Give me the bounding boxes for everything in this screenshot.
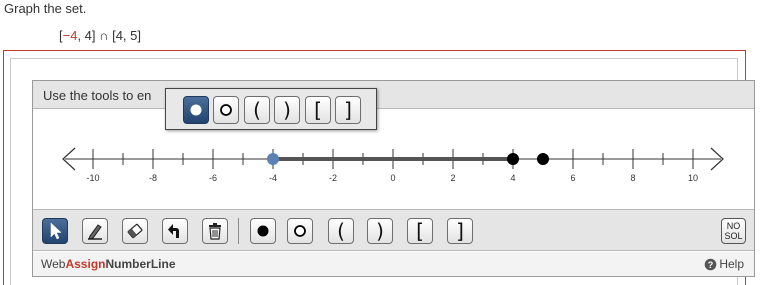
left-paren-tool-button[interactable]: ( (328, 218, 354, 244)
help-icon: ? (705, 258, 717, 270)
graph-area[interactable]: -10 -8 -6 -4 -2 0 2 4 6 8 10 (33, 110, 754, 210)
tick-label: -10 (86, 173, 99, 183)
help-label: Help (719, 257, 744, 271)
closed-dot-icon (190, 104, 202, 116)
left-bracket-label: [ (416, 219, 424, 243)
popup-open-dot-button[interactable] (213, 96, 239, 124)
tick-label: -6 (209, 173, 217, 183)
tick-label: 6 (570, 173, 575, 183)
undo-tool-button[interactable] (162, 218, 188, 244)
popup-left-bracket-label: [ (314, 98, 322, 122)
closed-dot-icon (257, 225, 269, 237)
help-link[interactable]: ? Help (704, 257, 744, 271)
right-bracket-label: ] (456, 219, 464, 243)
nosol-line1: NO (726, 221, 741, 231)
open-dot-icon (294, 225, 306, 237)
widget-header: Use the tools to en (33, 81, 754, 109)
graphed-point[interactable] (267, 153, 279, 165)
open-dot-tool-button[interactable] (287, 218, 313, 244)
graphed-point[interactable] (537, 153, 549, 165)
trash-icon (209, 223, 221, 240)
svg-text:?: ? (708, 260, 714, 270)
numberline-widget: Use the tools to en -10 -8 -6 -4 -2 0 2 4 6 8 10 (32, 80, 755, 277)
right-bracket-tool-button[interactable]: ] (447, 218, 473, 244)
popup-left-bracket-button[interactable]: [ (305, 96, 331, 124)
number-line[interactable]: -10 -8 -6 -4 -2 0 2 4 6 8 10 (33, 110, 754, 210)
nosol-line2: SOL (724, 231, 743, 241)
eraser-icon (127, 223, 143, 239)
endpoint-tool-popup: ( ) [ ] (165, 88, 377, 130)
tick-label: 0 (390, 173, 395, 183)
instructions-text: Use the tools to en (43, 88, 152, 103)
expr-negative: −4 (62, 28, 78, 43)
toolbar-separator (238, 218, 239, 244)
trash-tool-button[interactable] (202, 218, 228, 244)
tick-label: 4 (510, 173, 515, 183)
tick-label: -4 (269, 173, 277, 183)
undo-arrow-icon (168, 224, 179, 238)
set-expression: [−4, 4] ∩ [4, 5] (59, 28, 141, 43)
popup-left-paren-label: ( (253, 98, 261, 122)
tick-label: 10 (688, 173, 698, 183)
left-paren-label: ( (337, 219, 345, 243)
arrow-cursor-icon (50, 222, 62, 240)
graphed-point[interactable] (507, 153, 519, 165)
tick-label: 2 (450, 173, 455, 183)
eraser-tool-button[interactable] (122, 218, 148, 244)
open-dot-icon (220, 104, 232, 116)
popup-right-bracket-button[interactable]: ] (335, 96, 361, 124)
popup-left-paren-button[interactable]: ( (244, 96, 270, 124)
question-prompt: Graph the set. (4, 1, 87, 16)
tick-label: -2 (329, 173, 337, 183)
popup-right-paren-button[interactable]: ) (274, 96, 300, 124)
tick-label: 8 (630, 173, 635, 183)
pencil-icon (88, 224, 102, 240)
closed-dot-tool-button[interactable] (250, 218, 276, 244)
right-paren-label: ) (376, 219, 384, 243)
expr-rest: , 4] ∩ [4, 5] (77, 28, 141, 43)
pointer-tool-button[interactable] (42, 218, 68, 244)
popup-right-bracket-label: ] (344, 98, 352, 122)
tool-bar: ( ) [ ] NO SOL (33, 209, 754, 251)
left-bracket-tool-button[interactable]: [ (407, 218, 433, 244)
no-solution-button[interactable]: NO SOL (721, 218, 746, 244)
webassign-logo: WebAssignNumberLine (41, 257, 176, 271)
widget-footer: WebAssignNumberLine ? Help (33, 252, 754, 276)
popup-right-paren-label: ) (283, 98, 291, 122)
pencil-tool-button[interactable] (82, 218, 108, 244)
tick-label: -8 (149, 173, 157, 183)
right-paren-tool-button[interactable]: ) (367, 218, 393, 244)
popup-closed-dot-button[interactable] (183, 96, 209, 124)
